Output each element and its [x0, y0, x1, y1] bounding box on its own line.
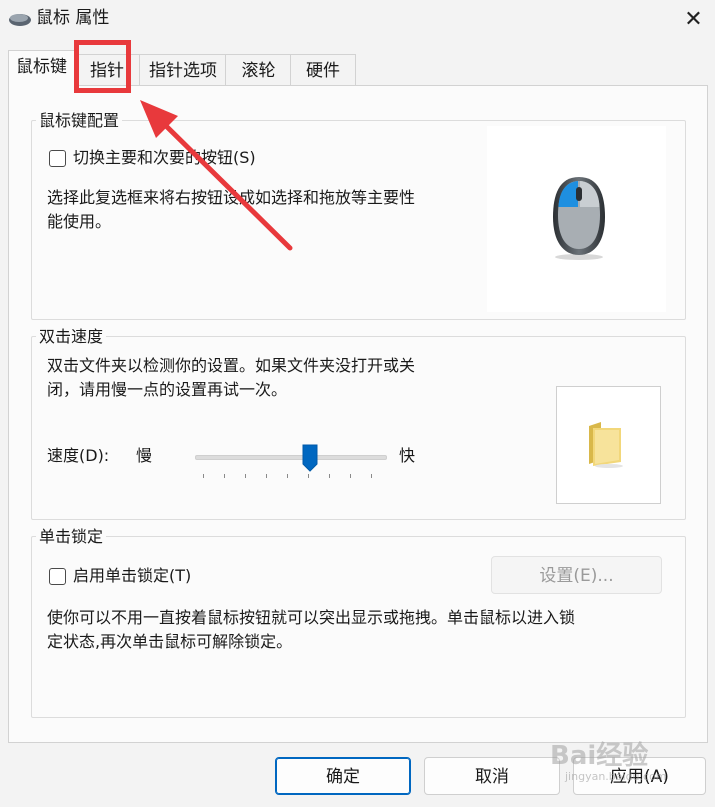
watermark-url: jingyan.baidu.com	[565, 770, 667, 783]
speed-label: 速度(D):	[47, 446, 110, 465]
ok-button[interactable]: 确定	[275, 757, 411, 795]
folder-icon	[589, 422, 623, 468]
test-folder-area[interactable]	[556, 386, 661, 504]
swap-description-line2: 能使用。	[47, 212, 112, 231]
click-lock-title: 单击锁定	[36, 527, 107, 547]
swap-buttons-label[interactable]: 切换主要和次要的按钮(S)	[73, 146, 256, 170]
slider-tick	[266, 474, 267, 478]
slider-tick	[287, 474, 288, 478]
tab-hardware[interactable]: 硬件	[290, 54, 356, 87]
slider-tick	[203, 474, 204, 478]
close-button[interactable]: ✕	[672, 0, 715, 38]
tab-pointer-options[interactable]: 指针选项	[139, 54, 227, 87]
click-lock-settings-button[interactable]: 设置(E)...	[491, 556, 662, 594]
mouse-icon	[9, 14, 31, 26]
fast-label: 快	[399, 446, 416, 465]
slider-tick	[371, 474, 372, 478]
click-lock-checkbox[interactable]	[49, 568, 66, 585]
slider-tick	[308, 474, 309, 478]
click-lock-description-line2: 定状态,再次单击鼠标可解除锁定。	[47, 632, 293, 651]
double-click-speed-slider[interactable]	[195, 455, 387, 460]
slider-tick	[350, 474, 351, 478]
swap-description-line1: 选择此复选框来将右按钮设成如选择和拖放等主要性	[47, 188, 416, 207]
title-bar: 鼠标 属性 ✕	[0, 0, 715, 38]
tab-wheel[interactable]: 滚轮	[225, 54, 292, 87]
tab-panel: 鼠标键配置 切换主要和次要的按钮(S) 选择此复选框来将右按钮设成如选择和拖放等…	[8, 85, 708, 743]
mouse-preview	[487, 126, 666, 312]
double-click-description-line1: 双击文件夹以检测你的设置。如果文件夹没打开或关	[47, 356, 416, 375]
click-lock-label[interactable]: 启用单击锁定(T)	[73, 564, 191, 588]
click-lock-description-line1: 使你可以不用一直按着鼠标按钮就可以突出显示或拖拽。单击鼠标以进入锁	[47, 608, 576, 627]
window-title: 鼠标 属性	[36, 8, 110, 28]
tab-mouse-buttons[interactable]: 鼠标键	[8, 50, 75, 88]
double-click-title: 双击速度	[36, 327, 107, 347]
slider-thumb[interactable]	[302, 444, 318, 472]
button-config-title: 鼠标键配置	[36, 111, 123, 131]
slider-tick	[245, 474, 246, 478]
mouse-icon	[553, 177, 605, 260]
cancel-button[interactable]: 取消	[424, 757, 560, 795]
slider-tick	[329, 474, 330, 478]
watermark-logo: Bai经验	[550, 741, 649, 771]
slider-tick	[224, 474, 225, 478]
double-click-description-line2: 闭，请用慢一点的设置再试一次。	[47, 380, 288, 399]
slow-label: 慢	[136, 446, 153, 465]
annotation-highlight-box	[74, 40, 131, 93]
swap-buttons-checkbox[interactable]	[49, 150, 66, 167]
